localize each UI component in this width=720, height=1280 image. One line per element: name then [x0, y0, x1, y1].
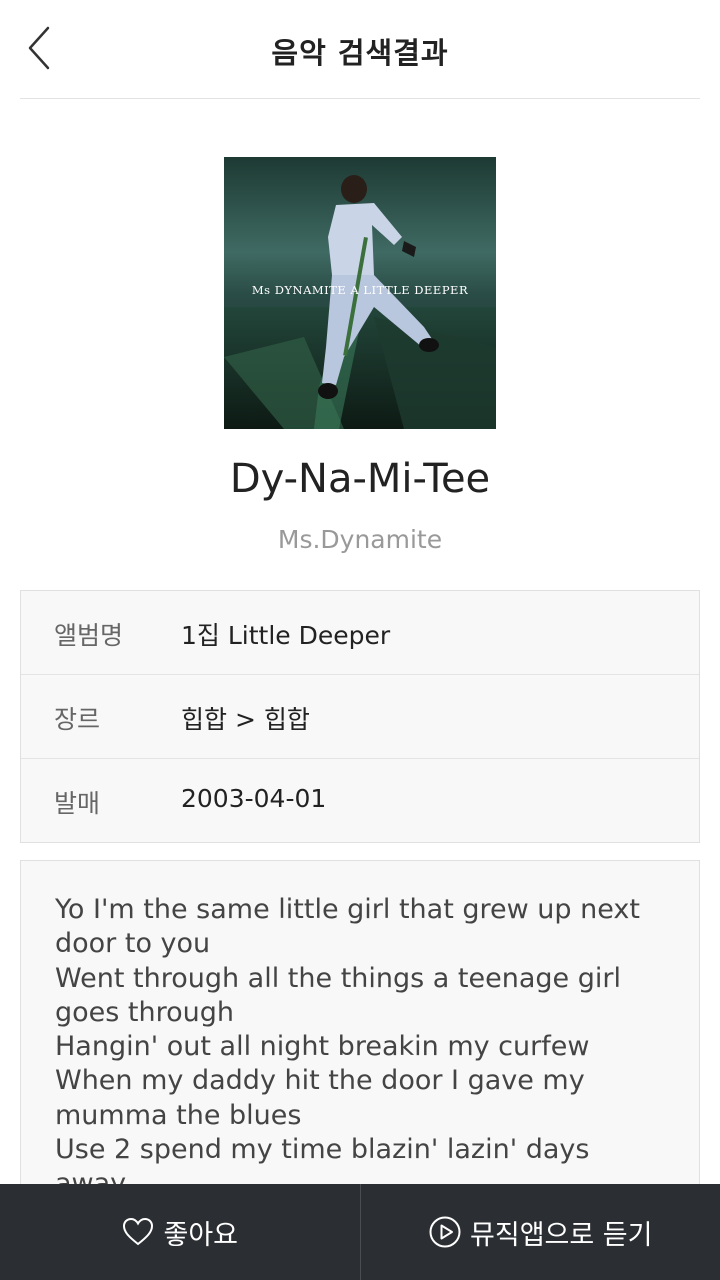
- listen-in-music-app-button[interactable]: 뮤직앱으로 듣기: [361, 1184, 720, 1280]
- page-title: 음악 검색결과: [271, 36, 449, 70]
- info-row-genre: 장르 힙합 > 힙합: [21, 675, 699, 759]
- info-label: 발매: [54, 789, 101, 818]
- listen-label: 뮤직앱으로 듣기: [470, 1219, 653, 1251]
- info-value: 2003-04-01: [181, 784, 327, 813]
- play-circle-icon: [429, 1216, 461, 1248]
- album-art-text: Ms DYNAMITE A LITTLE DEEPER: [252, 283, 468, 297]
- album-art: Ms DYNAMITE A LITTLE DEEPER: [224, 157, 496, 429]
- bottom-bar: 좋아요 뮤직앱으로 듣기: [0, 1184, 720, 1280]
- info-label: 장르: [54, 705, 101, 734]
- info-row-album: 앨범명 1집 Little Deeper: [21, 591, 699, 675]
- music-search-result-screen: 음악 검색결과 Ms DYNAMITE A LITTLE DEEPER Dy-N…: [0, 0, 720, 1280]
- info-row-release: 발매 2003-04-01: [21, 759, 699, 842]
- song-title: Dy-Na-Mi-Tee: [229, 456, 491, 502]
- heart-icon: [123, 1217, 154, 1246]
- like-button[interactable]: 좋아요: [0, 1184, 360, 1280]
- info-value: 1집 Little Deeper: [181, 621, 391, 650]
- artist-name: Ms.Dynamite: [277, 525, 443, 554]
- header: 음악 검색결과: [0, 0, 720, 99]
- like-label: 좋아요: [163, 1219, 239, 1251]
- header-divider: [20, 98, 700, 99]
- info-table: 앨범명 1집 Little Deeper 장르 힙합 > 힙합 발매 2003-…: [20, 590, 700, 843]
- info-label: 앨범명: [54, 621, 124, 650]
- info-value: 힙합 > 힙합: [181, 705, 310, 734]
